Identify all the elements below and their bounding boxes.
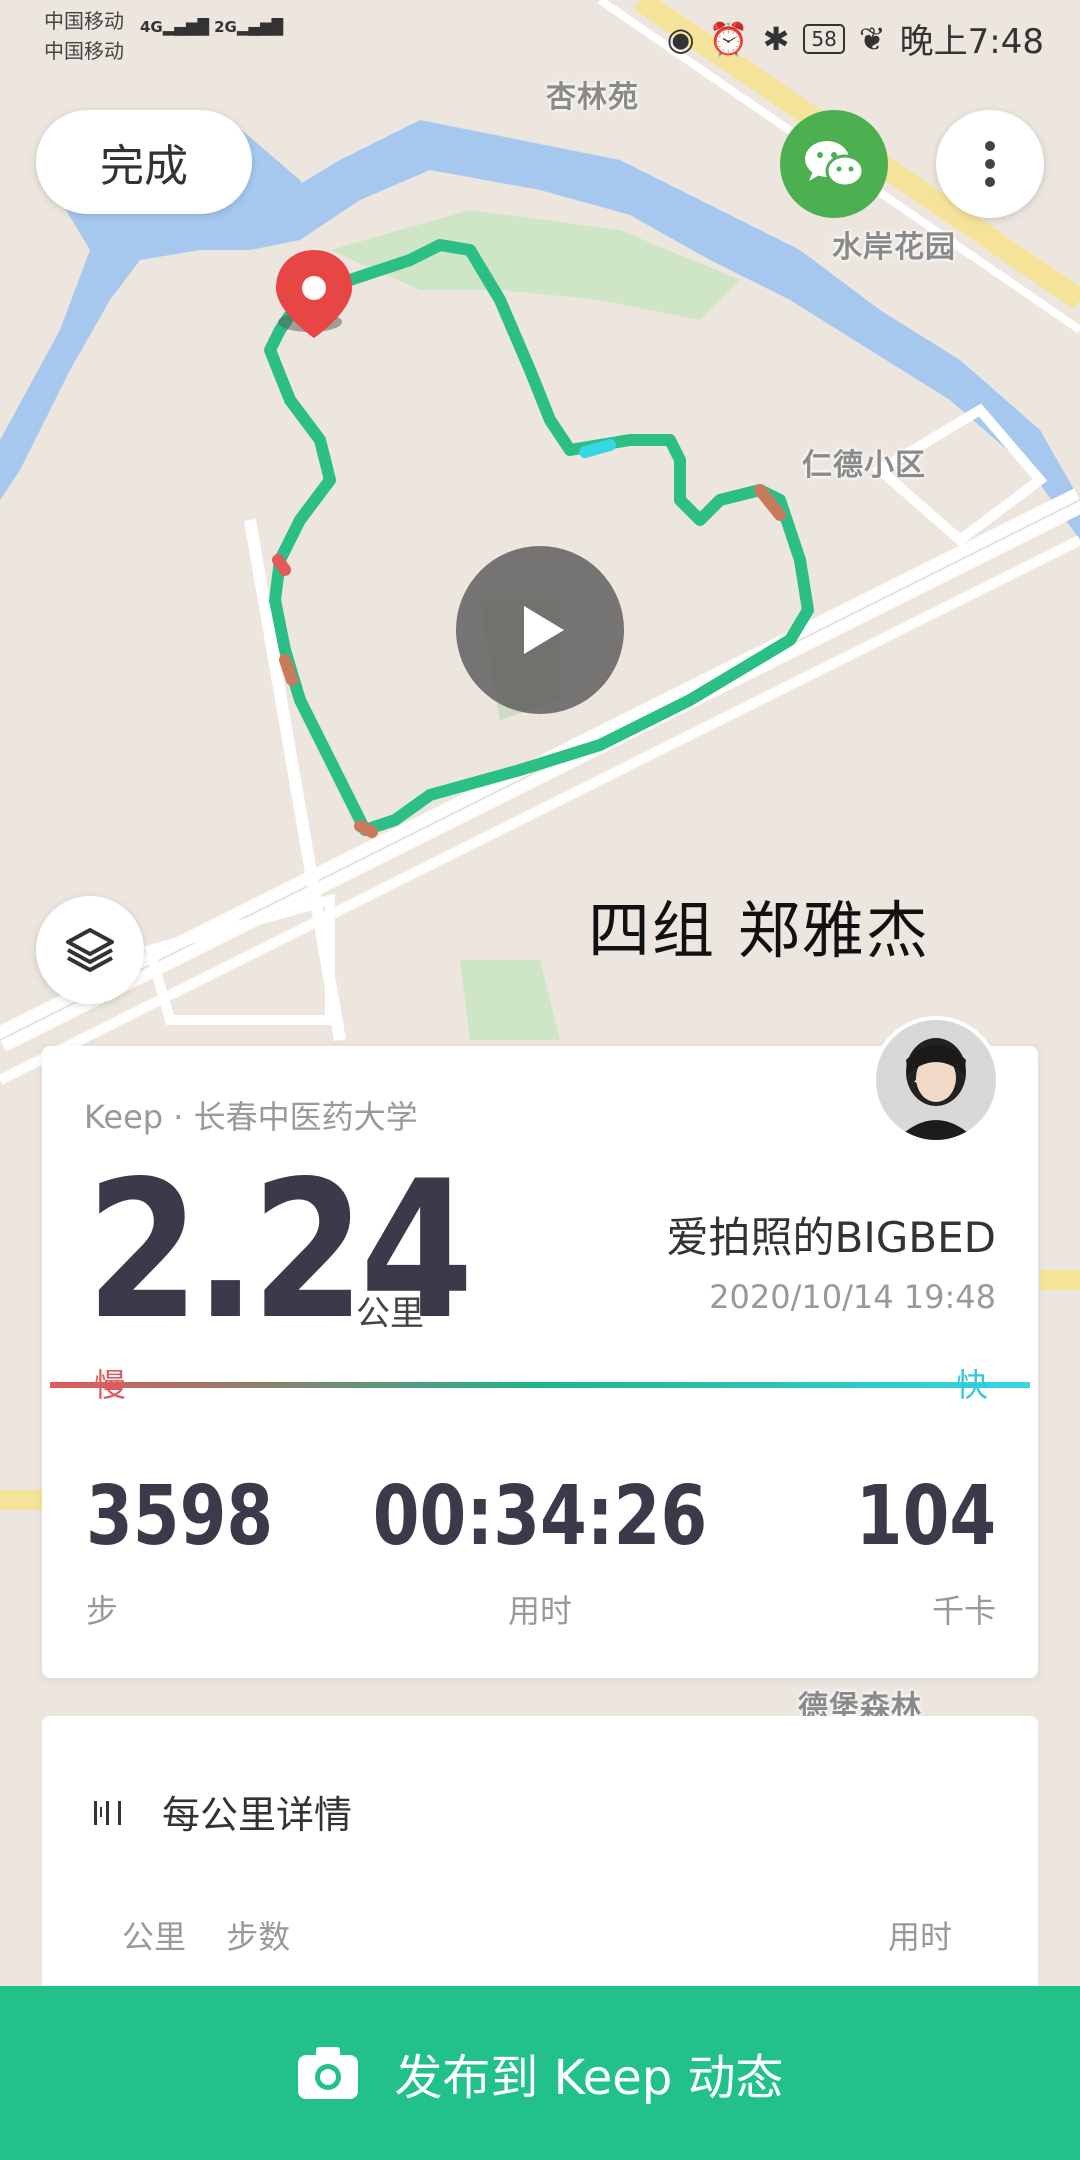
carrier-name: 中国移动 — [44, 39, 124, 63]
column-header: 用时 — [887, 1918, 952, 1956]
route-slow-segment — [354, 820, 378, 838]
wechat-share-button[interactable] — [780, 110, 888, 218]
dot-icon — [985, 177, 995, 187]
source-label: Keep · 长春中医药大学 — [84, 1098, 418, 1136]
battery-icon: 58 — [803, 23, 845, 54]
username: 爱拍照的BIGBED — [666, 1213, 996, 1262]
splits-columns: 公里 步数 — [122, 1912, 320, 1958]
replay-play-button[interactable] — [456, 546, 624, 714]
bar-chart-icon — [94, 1800, 121, 1825]
signal-icon: 4G▂▄▆█ 2G▂▄▆█ — [140, 18, 284, 36]
column-header: 公里 — [122, 1918, 187, 1956]
column-header: 步数 — [226, 1918, 291, 1956]
leaf-icon: ❦ — [858, 19, 886, 58]
wechat-icon — [805, 141, 865, 188]
splits-header: 每公里详情 — [92, 1784, 352, 1839]
start-pin-icon — [276, 250, 352, 338]
map-layers-button[interactable] — [36, 896, 144, 1004]
slow-label: 慢 — [94, 1366, 127, 1404]
camera-icon — [298, 2047, 359, 2099]
publish-to-keep-button[interactable]: 发布到 Keep 动态 — [0, 1986, 1080, 2160]
play-icon — [524, 606, 564, 654]
map-label: 杏林苑 — [546, 80, 639, 115]
dot-icon — [985, 159, 995, 169]
pace-legend-bar — [50, 1382, 1030, 1388]
carrier-name: 中国移动 — [44, 9, 124, 33]
signal-type: 2G — [214, 18, 237, 36]
bluetooth-icon: ✱ — [762, 19, 790, 58]
avatar-image — [876, 1020, 996, 1140]
clock-time: 晚上7:48 — [899, 22, 1044, 62]
calories-value: 104 — [855, 1469, 996, 1564]
route-slow-segment — [279, 654, 298, 686]
map-label: 仁德小区 — [802, 448, 926, 483]
park-area — [460, 960, 560, 1040]
eye-icon: ◉ — [666, 19, 695, 58]
run-datetime: 2020/10/14 19:48 — [709, 1278, 996, 1316]
calories-label: 千卡 — [931, 1592, 996, 1630]
distance-unit: 公里 — [356, 1294, 424, 1334]
map-label: 水岸花园 — [832, 230, 956, 265]
done-button[interactable]: 完成 — [36, 110, 252, 214]
overlay-caption: 四组 郑雅杰 — [588, 894, 930, 967]
status-icons: ◉ ⏰ ✱ 58 ❦ 晚上7:48 — [667, 14, 1044, 63]
alarm-icon: ⏰ — [708, 19, 749, 58]
route-line — [264, 239, 814, 836]
route-fast-segment — [579, 439, 616, 458]
more-options-button[interactable] — [936, 110, 1044, 218]
fast-label: 快 — [955, 1366, 988, 1404]
run-summary-card: Keep · 长春中医药大学 2.24 公里 爱拍照的BIGBED 2020/1… — [42, 1046, 1038, 1678]
avatar[interactable] — [872, 1016, 1000, 1144]
splits-title: 每公里详情 — [162, 1793, 353, 1837]
layers-icon — [66, 928, 114, 972]
dot-icon — [985, 141, 995, 151]
publish-label: 发布到 Keep 动态 — [394, 2050, 784, 2106]
carrier-info: 中国移动 中国移动 — [44, 6, 124, 66]
status-bar: 中国移动 中国移动 4G▂▄▆█ 2G▂▄▆█ ◉ ⏰ ✱ 58 ❦ 晚上7:4… — [0, 0, 1080, 72]
signal-type: 4G — [140, 18, 163, 36]
per-km-details-card: 每公里详情 公里 步数 用时 — [42, 1716, 1038, 2016]
calories-stat: 104 千卡 — [825, 1472, 996, 1632]
route-slow-segment — [272, 554, 291, 576]
